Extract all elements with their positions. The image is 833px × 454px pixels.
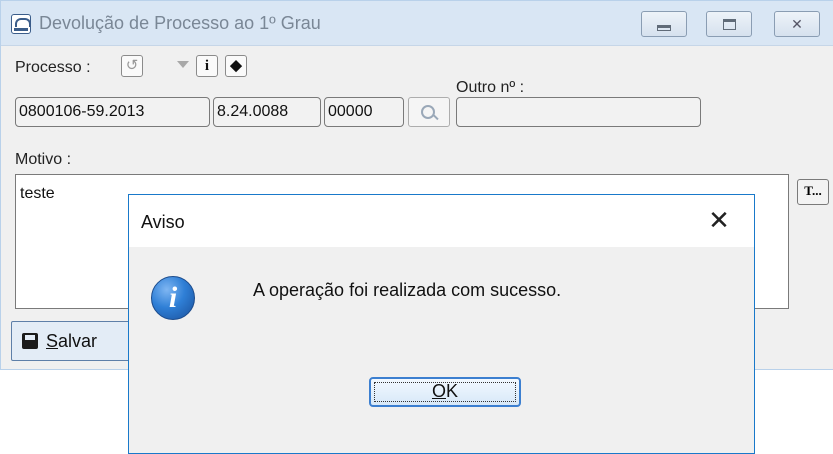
tag-icon: ◆: [230, 57, 242, 74]
dialog-title: Aviso: [141, 212, 185, 232]
dialog-close-button[interactable]: ✕: [702, 205, 736, 237]
info-icon: i: [204, 58, 210, 74]
undo-button[interactable]: ↺: [121, 55, 143, 77]
processo-numero-field[interactable]: 0800106-59.2013: [15, 97, 210, 127]
processo-label: Processo :: [15, 59, 91, 76]
minimize-icon: [657, 25, 671, 31]
dialog-message: A operação foi realizada com sucesso.: [253, 280, 562, 300]
outro-numero-label: Outro nº :: [456, 79, 525, 96]
save-accel: S: [46, 331, 59, 351]
ok-button[interactable]: OK: [369, 377, 521, 407]
dropdown-arrow-icon[interactable]: [177, 61, 189, 68]
close-icon: ✕: [791, 15, 803, 32]
window-title: Devolução de Processo ao 1º Grau: [39, 13, 321, 33]
undo-icon: ↺: [125, 57, 139, 74]
aviso-dialog: Aviso ✕ i A operação foi realizada com s…: [128, 194, 755, 454]
minimize-button[interactable]: [641, 11, 687, 37]
outro-numero-field[interactable]: [456, 97, 701, 127]
ok-button-label: OK: [432, 381, 458, 401]
close-icon: ✕: [708, 205, 730, 235]
ok-rest: K: [446, 381, 459, 401]
info-button[interactable]: i: [196, 55, 218, 77]
search-button[interactable]: [408, 97, 450, 127]
tag-button[interactable]: ◆: [225, 55, 247, 77]
title-bar[interactable]: Devolução de Processo ao 1º Grau ✕: [1, 1, 833, 46]
search-icon-handle: [432, 113, 439, 121]
maximize-icon: [722, 18, 736, 30]
floppy-disk-icon: [22, 333, 38, 349]
app-icon: [11, 14, 31, 34]
save-rest: alvar: [58, 331, 98, 351]
search-icon: [421, 105, 435, 119]
ok-accel: O: [431, 381, 446, 401]
save-button-label: Salvar: [46, 331, 97, 352]
text-template-button[interactable]: T...: [797, 179, 829, 205]
processo-codigo-field[interactable]: 8.24.0088: [213, 97, 321, 127]
close-window-button[interactable]: ✕: [774, 11, 820, 37]
motivo-label: Motivo :: [15, 151, 72, 168]
information-icon: i: [151, 276, 195, 320]
processo-foro-field[interactable]: 00000: [324, 97, 404, 127]
dialog-title-bar[interactable]: Aviso ✕: [129, 195, 754, 247]
maximize-button[interactable]: [706, 11, 752, 37]
